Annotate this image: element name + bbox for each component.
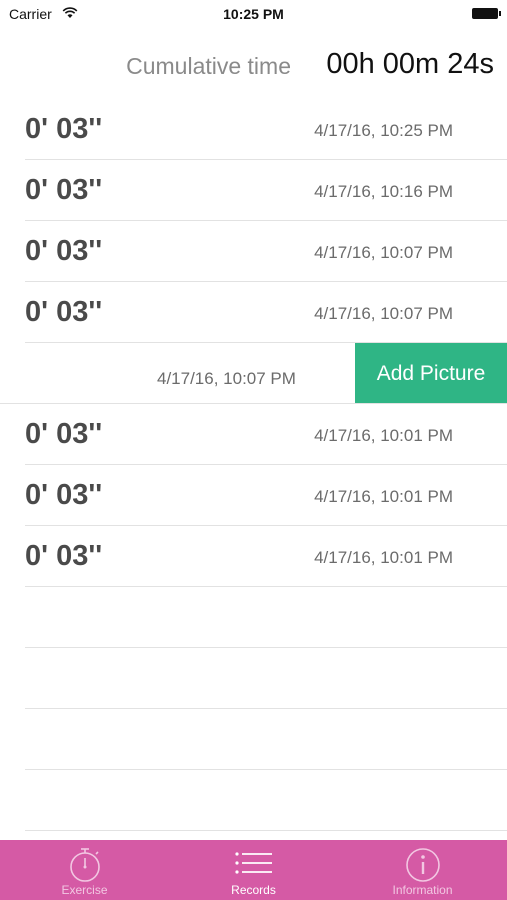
record-date: 4/17/16, 10:07 PM (314, 304, 453, 323)
record-date: 4/17/16, 10:01 PM (314, 548, 453, 567)
record-duration: 0' 03'' (25, 418, 103, 450)
record-date: 4/17/16, 10:01 PM (314, 426, 453, 445)
record-duration: 0' 03'' (25, 235, 103, 267)
tab-information-label: Information (392, 883, 453, 897)
stopwatch-icon (69, 848, 100, 882)
cumulative-time-label: Cumulative time (126, 53, 291, 79)
record-duration: 0' 03'' (25, 174, 103, 206)
status-bar: Carrier 10:25 PM (0, 0, 507, 28)
empty-row (25, 648, 507, 709)
record-duration: 0' 03'' (25, 479, 103, 511)
records-list[interactable]: 0' 03'' 4/17/16, 10:25 PM 0' 03'' 4/17/1… (0, 99, 507, 831)
record-row[interactable]: 0' 03'' 4/17/16, 10:07 PM (25, 221, 507, 282)
tab-information[interactable]: Information (338, 840, 507, 900)
info-icon (405, 848, 440, 882)
empty-row (25, 709, 507, 770)
cumulative-time-value: 00h 00m 24s (326, 48, 494, 80)
record-duration: 0' 03'' (25, 296, 103, 328)
record-row[interactable]: 0' 03'' 4/17/16, 10:01 PM (25, 526, 507, 587)
empty-row (25, 770, 507, 831)
record-duration: 0' 03'' (25, 113, 103, 145)
record-row-swiped[interactable]: 4/17/16, 10:07 PM Add Picture (0, 343, 507, 404)
record-duration: 0' 03'' (25, 540, 103, 572)
record-row[interactable]: 0' 03'' 4/17/16, 10:25 PM (25, 99, 507, 160)
record-row[interactable]: 0' 03'' 4/17/16, 10:07 PM (25, 282, 507, 343)
record-date: 4/17/16, 10:16 PM (314, 182, 453, 201)
add-picture-button[interactable]: Add Picture (355, 343, 507, 403)
record-row[interactable]: 0' 03'' 4/17/16, 10:01 PM (25, 404, 507, 465)
record-date: 4/17/16, 10:07 PM (157, 369, 296, 388)
list-icon (234, 852, 272, 874)
cumulative-time-header: Cumulative time 00h 00m 24s (0, 48, 507, 88)
tab-exercise[interactable]: Exercise (0, 840, 169, 900)
tab-bar: Exercise Records Information (0, 840, 507, 900)
record-row[interactable]: 0' 03'' 4/17/16, 10:16 PM (25, 160, 507, 221)
record-date: 4/17/16, 10:01 PM (314, 487, 453, 506)
record-date: 4/17/16, 10:07 PM (314, 243, 453, 262)
record-row[interactable]: 0' 03'' 4/17/16, 10:01 PM (25, 465, 507, 526)
record-date: 4/17/16, 10:25 PM (314, 121, 453, 140)
status-time: 10:25 PM (223, 6, 284, 22)
battery-icon (472, 8, 501, 19)
tab-records[interactable]: Records (169, 840, 338, 900)
empty-row (25, 587, 507, 648)
tab-records-label: Records (231, 883, 276, 897)
tab-exercise-label: Exercise (61, 883, 108, 897)
